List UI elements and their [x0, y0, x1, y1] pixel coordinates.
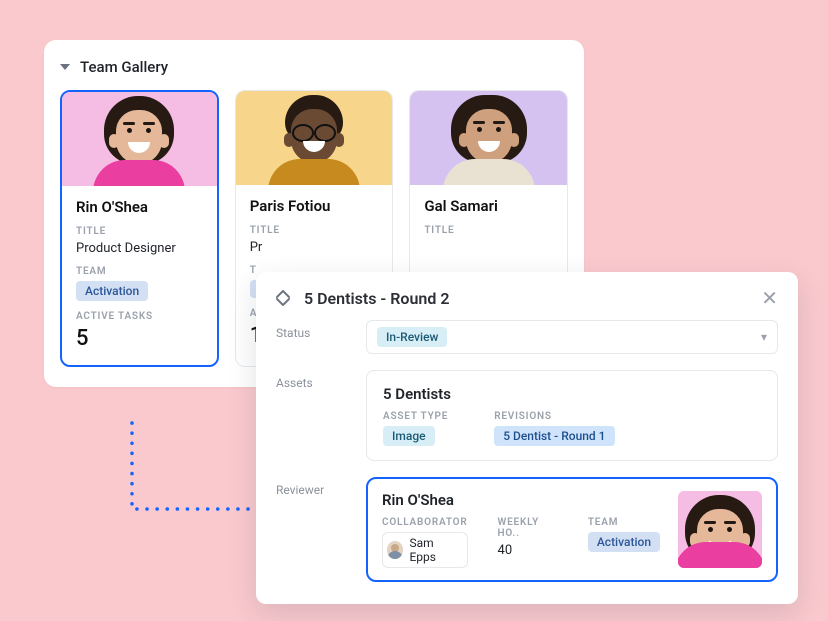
task-detail-panel: 5 Dentists - Round 2 ✕ Status In-Review … [256, 272, 798, 604]
avatar-icon [387, 541, 403, 559]
collaborator-chip[interactable]: Sam Epps [382, 532, 468, 568]
reviewer-card[interactable]: Rin O'Shea COLLABORATOR Sam Epps WEEKLY … [366, 477, 778, 582]
label-title: TITLE [424, 225, 553, 236]
asset-name: 5 Dentists [383, 385, 761, 403]
member-title: Product Designer [76, 241, 203, 256]
reviewer-photo [678, 491, 762, 568]
label-team: TEAM [588, 517, 660, 528]
label-team: TEAM [76, 266, 203, 277]
prev-next-chevrons[interactable] [276, 290, 290, 306]
active-tasks-count: 5 [76, 326, 203, 351]
label-asset-type: ASSET TYPE [383, 411, 448, 422]
close-icon[interactable]: ✕ [761, 288, 778, 308]
label-title: TITLE [250, 225, 379, 236]
disclosure-triangle-icon[interactable] [60, 64, 70, 70]
team-pill: Activation [588, 532, 660, 552]
member-title: Pr [250, 240, 379, 255]
revision-pill: 5 Dentist - Round 1 [494, 426, 614, 446]
asset-card[interactable]: 5 Dentists ASSET TYPE Image REVISIONS 5 … [366, 370, 778, 461]
task-title: 5 Dentists - Round 2 [304, 289, 747, 308]
label-assets: Assets [276, 370, 366, 390]
member-photo [62, 92, 217, 186]
label-weekly-hours: WEEKLY HO.. [498, 517, 558, 539]
chevron-up-icon[interactable] [276, 290, 290, 298]
member-name: Paris Fotiou [250, 197, 379, 215]
label-active-tasks: ACTIVE TASKS [76, 311, 203, 322]
chevron-down-icon[interactable] [276, 298, 290, 306]
status-select[interactable]: In-Review ▾ [366, 320, 778, 354]
reviewer-name: Rin O'Shea [382, 491, 660, 509]
gallery-title: Team Gallery [80, 58, 168, 76]
label-revisions: REVISIONS [494, 411, 614, 422]
label-reviewer: Reviewer [276, 477, 366, 497]
status-pill: In-Review [377, 327, 447, 347]
team-pill: Activation [76, 281, 148, 301]
member-name: Gal Samari [424, 197, 553, 215]
label-collaborator: COLLABORATOR [382, 517, 468, 528]
collaborator-name: Sam Epps [409, 536, 458, 564]
member-photo [236, 91, 393, 185]
label-title: TITLE [76, 226, 203, 237]
gallery-header: Team Gallery [60, 58, 568, 76]
member-photo [410, 91, 567, 185]
chevron-down-icon: ▾ [761, 330, 767, 344]
weekly-hours: 40 [498, 543, 558, 558]
team-card[interactable]: Rin O'Shea TITLE Product Designer TEAM A… [60, 90, 219, 367]
label-status: Status [276, 320, 366, 340]
member-name: Rin O'Shea [76, 198, 203, 216]
asset-type-pill: Image [383, 426, 435, 446]
